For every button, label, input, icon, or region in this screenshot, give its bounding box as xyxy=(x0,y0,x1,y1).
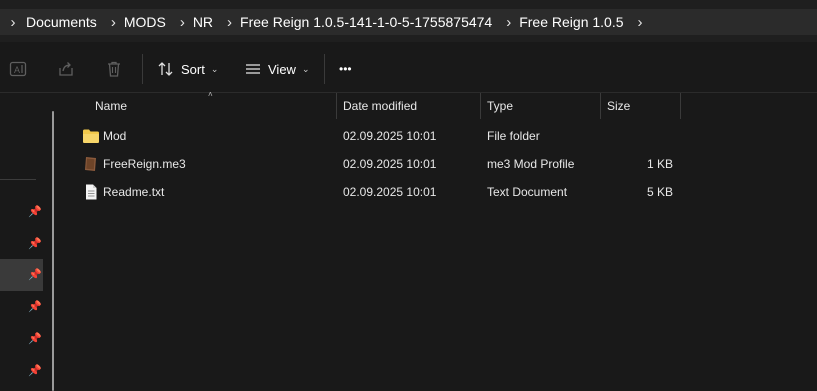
file-row-freereign-me3[interactable]: FreeReign.me3 02.09.2025 10:01 me3 Mod P… xyxy=(64,150,817,178)
breadcrumb-item-current-folder[interactable]: Free Reign 1.0.5 xyxy=(517,14,629,30)
file-row-readme-txt[interactable]: Readme.txt 02.09.2025 10:01 Text Documen… xyxy=(64,178,817,206)
file-size: 5 KB xyxy=(646,185,673,199)
breadcrumb[interactable]: › Documents › MODS › NR › Free Reign 1.0… xyxy=(0,9,817,35)
chevron-right-icon[interactable]: › xyxy=(180,14,185,31)
rename-button[interactable]: A xyxy=(9,58,27,80)
share-button[interactable] xyxy=(57,58,75,80)
chevron-down-icon: ⌄ xyxy=(301,63,310,74)
file-type: Text Document xyxy=(487,185,568,199)
chevron-right-icon[interactable]: › xyxy=(111,14,116,31)
column-header-type[interactable]: Type xyxy=(487,93,513,119)
file-type: File folder xyxy=(487,129,540,143)
column-header-name[interactable]: Name xyxy=(95,93,127,119)
view-icon xyxy=(246,64,260,74)
pin-icon[interactable]: 📌 xyxy=(27,331,43,347)
rename-icon: A xyxy=(9,61,27,77)
breadcrumb-item-download-folder[interactable]: Free Reign 1.0.5-141-1-0-5-1755875474 xyxy=(238,14,498,30)
svg-text:A: A xyxy=(14,65,20,75)
pin-icon[interactable]: 📌 xyxy=(27,299,43,315)
delete-button[interactable] xyxy=(105,58,123,80)
sort-label: Sort xyxy=(181,61,205,77)
address-bar: › Documents › MODS › NR › Free Reign 1.0… xyxy=(0,0,817,42)
pin-icon[interactable]: 📌 xyxy=(27,363,43,379)
text-file-icon xyxy=(86,184,97,200)
mod-profile-icon xyxy=(85,157,96,171)
command-bar: A Sort ⌄ View ⌄ ••• xyxy=(0,44,817,93)
file-row-mod[interactable]: Mod 02.09.2025 10:01 File folder xyxy=(64,122,817,150)
pin-icon[interactable]: 📌 xyxy=(27,267,43,283)
view-button[interactable]: View ⌄ xyxy=(244,58,310,80)
file-date: 02.09.2025 10:01 xyxy=(343,157,437,171)
pin-icon[interactable]: 📌 xyxy=(27,236,43,252)
column-separator[interactable] xyxy=(600,93,601,119)
chevron-right-icon[interactable]: › xyxy=(638,14,643,31)
breadcrumb-item-mods[interactable]: MODS xyxy=(122,14,172,30)
more-options-button[interactable]: ••• xyxy=(339,58,352,80)
file-name[interactable]: Mod xyxy=(103,122,126,150)
pin-icon[interactable]: 📌 xyxy=(27,204,43,220)
file-date: 02.09.2025 10:01 xyxy=(343,185,437,199)
folder-icon xyxy=(83,129,99,143)
file-type: me3 Mod Profile xyxy=(487,157,575,171)
chevron-down-icon: ⌄ xyxy=(210,63,219,74)
chevron-right-icon[interactable]: › xyxy=(227,14,232,31)
view-label: View xyxy=(268,61,296,77)
file-date: 02.09.2025 10:01 xyxy=(343,129,437,143)
file-name[interactable]: FreeReign.me3 xyxy=(103,150,186,178)
breadcrumb-item-documents[interactable]: Documents xyxy=(24,14,103,30)
sort-button[interactable]: Sort ⌄ xyxy=(157,58,218,80)
column-header-size[interactable]: Size xyxy=(607,93,630,119)
trash-icon xyxy=(108,61,120,77)
toolbar-divider xyxy=(142,54,143,84)
column-separator[interactable] xyxy=(680,93,681,119)
breadcrumb-item-nr[interactable]: NR xyxy=(191,14,219,30)
sort-icon xyxy=(158,62,173,76)
column-separator[interactable] xyxy=(336,93,337,119)
more-icon: ••• xyxy=(339,62,352,76)
nav-scrollbar[interactable] xyxy=(52,111,54,391)
column-separator[interactable] xyxy=(480,93,481,119)
file-size: 1 KB xyxy=(646,157,673,171)
column-headers: ˄ Name Date modified Type Size xyxy=(64,90,817,119)
chevron-right-icon[interactable]: › xyxy=(506,14,511,31)
navigation-pane: 📌 📌 📌 📌 📌 📌 xyxy=(0,93,64,391)
sort-ascending-icon: ˄ xyxy=(208,90,213,99)
file-size xyxy=(607,122,673,150)
nav-divider xyxy=(0,179,36,180)
share-icon xyxy=(59,62,73,76)
column-header-date-modified[interactable]: Date modified xyxy=(343,93,417,119)
file-name[interactable]: Readme.txt xyxy=(103,178,164,206)
toolbar-divider xyxy=(324,54,325,84)
breadcrumb-expand-icon[interactable]: › xyxy=(6,14,20,31)
